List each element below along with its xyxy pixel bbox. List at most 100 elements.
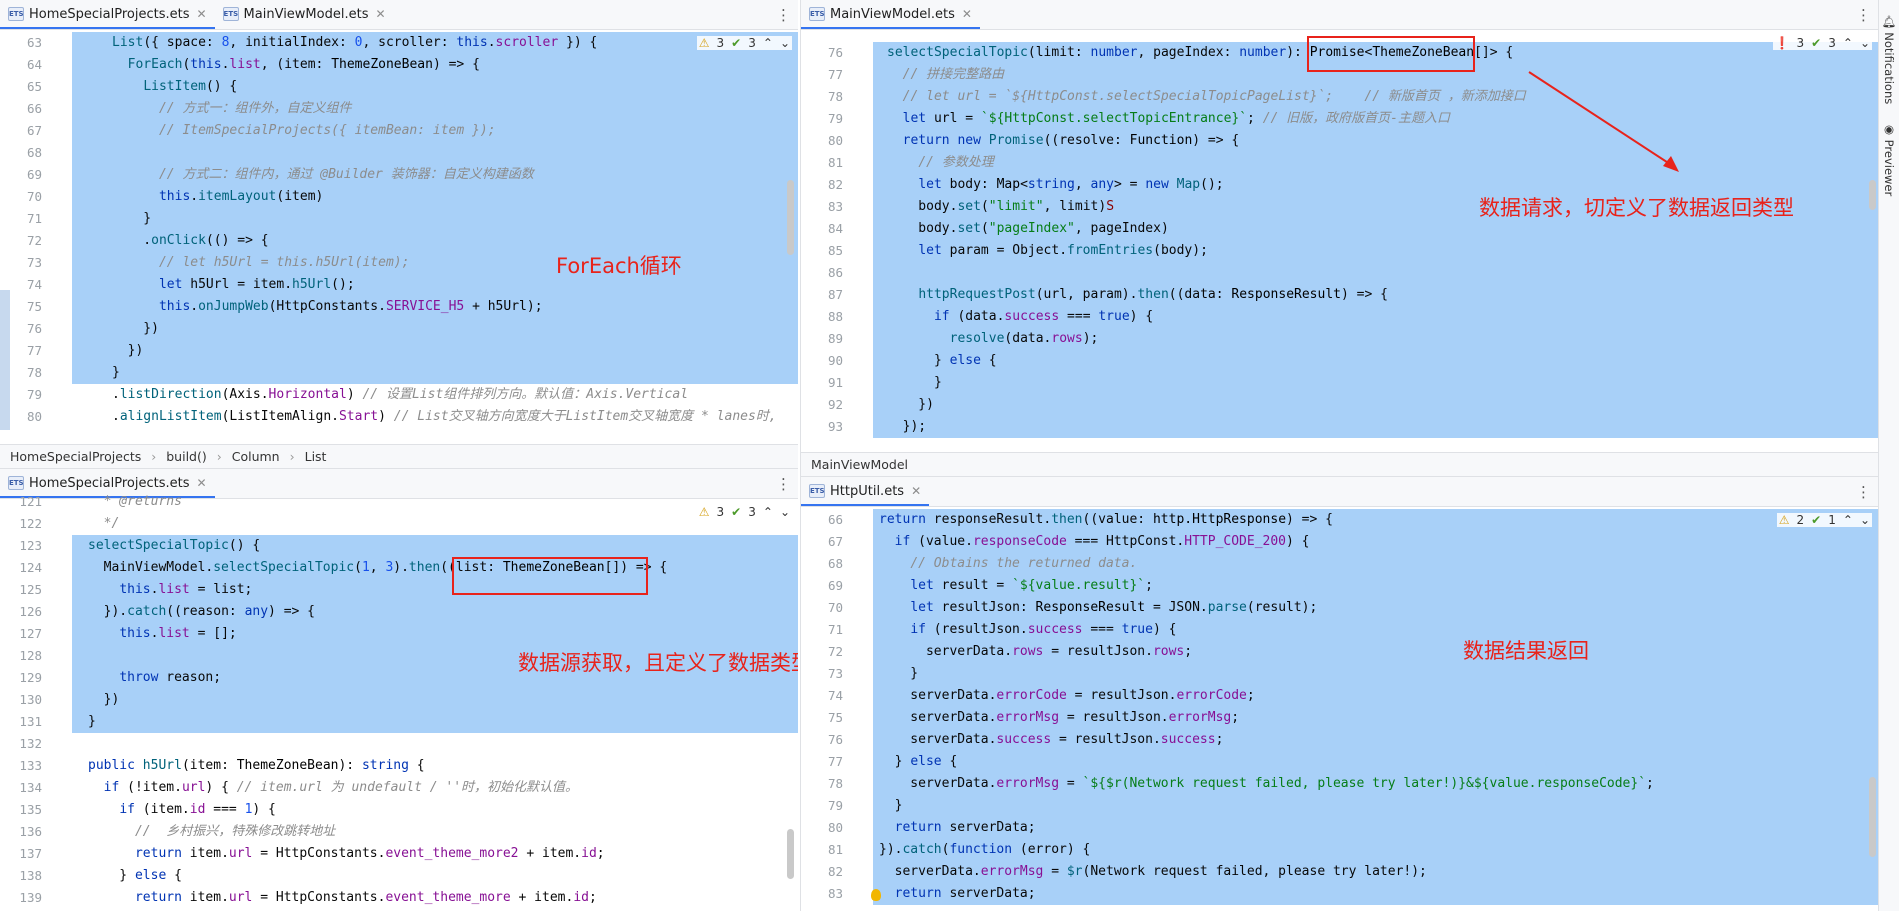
- code-line[interactable]: 89 resolve(data.rows);: [801, 328, 1878, 350]
- code-line[interactable]: 80 return new Promise((resolve: Function…: [801, 130, 1878, 152]
- code-line[interactable]: 88 if (data.success === true) {: [801, 306, 1878, 328]
- breadcrumb-item[interactable]: build(): [166, 449, 207, 464]
- more-options-icon[interactable]: ⋮: [776, 6, 791, 24]
- code-text[interactable]: .listDirection(Axis.Horizontal) // 设置Lis…: [112, 384, 798, 406]
- code-text[interactable]: }: [112, 362, 798, 384]
- code-line[interactable]: 126 }).catch((reason: any) => {: [0, 601, 798, 623]
- code-line[interactable]: 67 if (value.responseCode === HttpConst.…: [801, 531, 1878, 553]
- code-text[interactable]: public h5Url(item: ThemeZoneBean): strin…: [88, 755, 798, 777]
- code-line[interactable]: 133 public h5Url(item: ThemeZoneBean): st…: [0, 755, 798, 777]
- code-line[interactable]: 79 }: [801, 795, 1878, 817]
- breadcrumb-item[interactable]: List: [305, 449, 327, 464]
- code-text[interactable]: let result = `${value.result}`;: [879, 575, 1878, 597]
- tab-home-special-projects[interactable]: ETS HomeSpecialProjects.ets ✕: [0, 0, 215, 29]
- code-text[interactable]: serverData.errorMsg = `${$r(Network requ…: [879, 773, 1878, 795]
- code-text[interactable]: return item.url = HttpConstants.event_th…: [88, 843, 798, 865]
- code-text[interactable]: this.list = [];: [88, 623, 798, 645]
- code-text[interactable]: resolve(data.rows);: [887, 328, 1878, 350]
- code-text[interactable]: return new Promise((resolve: Function) =…: [887, 130, 1878, 152]
- code-editor-bottom-left[interactable]: 121 * @returns 122 */123 selectSpecialTopi…: [0, 494, 798, 911]
- code-text[interactable]: }: [887, 372, 1878, 394]
- breadcrumb-item[interactable]: HomeSpecialProjects: [10, 449, 141, 464]
- code-line[interactable]: 130 }): [0, 689, 798, 711]
- code-line[interactable]: 83 return serverData;: [801, 883, 1878, 905]
- code-line[interactable]: 90 } else {: [801, 350, 1878, 372]
- code-text[interactable]: }: [879, 663, 1878, 685]
- code-line[interactable]: 79 let url = `${HttpConst.selectTopicEnt…: [801, 108, 1878, 130]
- code-line[interactable]: 66 return responseResult.then((value: htt…: [801, 509, 1878, 531]
- code-text[interactable]: this.list = list;: [88, 579, 798, 601]
- code-text[interactable]: serverData.errorMsg = $r(Network request…: [879, 861, 1878, 883]
- code-line[interactable]: 66 // 方式一：组件外，自定义组件: [0, 98, 798, 120]
- tab-main-view-model[interactable]: ETS MainViewModel.ets ✕: [215, 0, 394, 29]
- code-line[interactable]: 69 let result = `${value.result}`;: [801, 575, 1878, 597]
- code-text[interactable]: .alignListItem(ListItemAlign.Start) // L…: [112, 406, 798, 428]
- code-line[interactable]: 77 }): [0, 340, 798, 362]
- scrollbar[interactable]: [787, 180, 794, 255]
- chevron-up-icon[interactable]: ⌃: [1843, 36, 1853, 50]
- code-line[interactable]: 122 */: [0, 513, 798, 535]
- code-text[interactable]: // 参数处理: [887, 152, 1878, 174]
- code-line[interactable]: 64 ForEach(this.list, (item: ThemeZoneBe…: [0, 54, 798, 76]
- code-line[interactable]: 91 }: [801, 372, 1878, 394]
- code-text[interactable]: }): [88, 689, 798, 711]
- close-icon[interactable]: ✕: [962, 7, 972, 21]
- code-text[interactable]: }).catch(function (error) {: [879, 839, 1878, 861]
- code-text[interactable]: * @returns: [88, 491, 798, 513]
- close-icon[interactable]: ✕: [196, 476, 206, 490]
- code-text[interactable]: // Obtains the returned data.: [879, 553, 1878, 575]
- code-line[interactable]: 71 if (resultJson.success === true) {: [801, 619, 1878, 641]
- code-line[interactable]: 78 serverData.errorMsg = `${$r(Network r…: [801, 773, 1878, 795]
- code-line[interactable]: 77 } else {: [801, 751, 1878, 773]
- code-text[interactable]: }): [887, 394, 1878, 416]
- scrollbar[interactable]: [1869, 777, 1876, 857]
- tab-main-view-model[interactable]: ETS MainViewModel.ets ✕: [801, 0, 980, 29]
- code-editor-top-left[interactable]: 63 List({ space: 8, initialIndex: 0, scro…: [0, 30, 798, 444]
- inspection-widget[interactable]: ⚠ 3 ✔ 3 ⌃ ⌄: [696, 36, 792, 50]
- scrollbar[interactable]: [1869, 180, 1876, 210]
- code-line[interactable]: 85 let param = Object.fromEntries(body);: [801, 240, 1878, 262]
- code-text[interactable]: MainViewModel.selectSpecialTopic(1, 3).t…: [88, 557, 798, 579]
- code-text[interactable]: }): [112, 340, 798, 362]
- code-line[interactable]: 127 this.list = [];: [0, 623, 798, 645]
- inspection-widget[interactable]: ❗ 3 ✔ 3 ⌃ ⌄: [1772, 36, 1872, 50]
- code-text[interactable]: if (item.id === 1) {: [88, 799, 798, 821]
- lightbulb-icon[interactable]: [871, 889, 881, 901]
- close-icon[interactable]: ✕: [196, 7, 206, 21]
- code-line[interactable]: 131}: [0, 711, 798, 733]
- code-text[interactable]: }: [112, 208, 798, 230]
- code-text[interactable]: return serverData;: [879, 817, 1878, 839]
- code-text[interactable]: [887, 262, 1878, 284]
- code-text[interactable]: let param = Object.fromEntries(body);: [887, 240, 1878, 262]
- code-line[interactable]: 72 serverData.rows = resultJson.rows;: [801, 641, 1878, 663]
- code-editor-top-right[interactable]: 76 selectSpecialTopic(limit: number, page…: [801, 30, 1878, 448]
- chevron-down-icon[interactable]: ⌄: [780, 505, 790, 519]
- code-text[interactable]: [88, 733, 798, 755]
- code-line[interactable]: 63 List({ space: 8, initialIndex: 0, scro…: [0, 32, 798, 54]
- code-text[interactable]: // let url = `${HttpConst.selectSpecialT…: [887, 86, 1878, 108]
- code-line[interactable]: 80 .alignListItem(ListItemAlign.Start) //…: [0, 406, 798, 428]
- code-line[interactable]: 78 // let url = `${HttpConst.selectSpeci…: [801, 86, 1878, 108]
- code-line[interactable]: 87 httpRequestPost(url, param).then((dat…: [801, 284, 1878, 306]
- code-text[interactable]: serverData.errorMsg = resultJson.errorMs…: [879, 707, 1878, 729]
- code-text[interactable]: return item.url = HttpConstants.event_th…: [88, 887, 798, 909]
- code-text[interactable]: this.onJumpWeb(HttpConstants.SERVICE_H5 …: [112, 296, 798, 318]
- code-line[interactable]: 72 .onClick(() => {: [0, 230, 798, 252]
- code-line[interactable]: 137 return item.url = HttpConstants.even…: [0, 843, 798, 865]
- code-line[interactable]: 70 this.itemLayout(item): [0, 186, 798, 208]
- code-text[interactable]: let url = `${HttpConst.selectTopicEntran…: [887, 108, 1878, 130]
- breadcrumb-item[interactable]: Column: [232, 449, 280, 464]
- code-text[interactable]: serverData.errorCode = resultJson.errorC…: [879, 685, 1878, 707]
- code-text[interactable]: if (resultJson.success === true) {: [879, 619, 1878, 641]
- code-line[interactable]: 136 // 乡村振兴，特殊修改跳转地址: [0, 821, 798, 843]
- code-line[interactable]: 74 serverData.errorCode = resultJson.err…: [801, 685, 1878, 707]
- code-text[interactable]: */: [88, 513, 798, 535]
- code-text[interactable]: serverData.success = resultJson.success;: [879, 729, 1878, 751]
- close-icon[interactable]: ✕: [911, 484, 921, 498]
- code-line[interactable]: 123 selectSpecialTopic() {: [0, 535, 798, 557]
- chevron-down-icon[interactable]: ⌄: [1860, 36, 1870, 50]
- code-line[interactable]: 75 this.onJumpWeb(HttpConstants.SERVICE_…: [0, 296, 798, 318]
- code-line[interactable]: 76 serverData.success = resultJson.succe…: [801, 729, 1878, 751]
- code-text[interactable]: ForEach(this.list, (item: ThemeZoneBean)…: [112, 54, 798, 76]
- code-text[interactable]: }: [879, 795, 1878, 817]
